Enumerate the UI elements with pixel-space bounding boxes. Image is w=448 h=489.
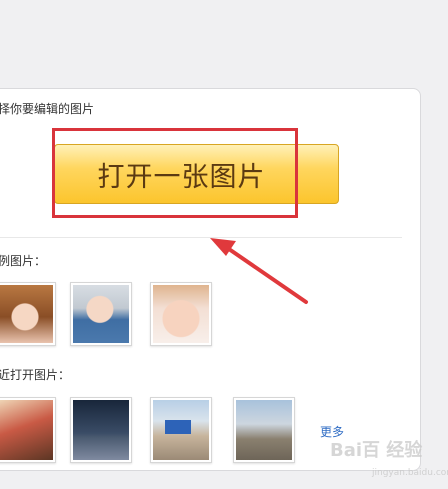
example-image-1[interactable]: [0, 282, 56, 346]
sign-board: [165, 420, 191, 434]
recent-image-3[interactable]: [150, 397, 212, 463]
example-image-3[interactable]: [150, 282, 212, 346]
recent-image-4[interactable]: [233, 397, 295, 463]
baidu-watermark: Bai百 经验: [330, 440, 423, 461]
section-divider: [0, 237, 402, 238]
recent-image-1[interactable]: [0, 397, 56, 463]
baidu-watermark-url: jingyan.baidu.com: [372, 468, 448, 478]
example-image-2[interactable]: [70, 282, 132, 346]
recent-image-2[interactable]: [70, 397, 132, 463]
examples-title: 示例图片：: [0, 254, 47, 268]
recent-title: 最近打开图片：: [0, 368, 71, 382]
open-image-button-label: 打开一张图片: [97, 161, 266, 193]
select-image-prompt: 选择你要编辑的图片: [0, 102, 95, 116]
screenshot-page: 选择你要编辑的图片 打开一张图片 示例图片： 最近打开图片： 更多 Bai百 经…: [0, 0, 448, 489]
open-image-button[interactable]: 打开一张图片: [54, 144, 339, 204]
